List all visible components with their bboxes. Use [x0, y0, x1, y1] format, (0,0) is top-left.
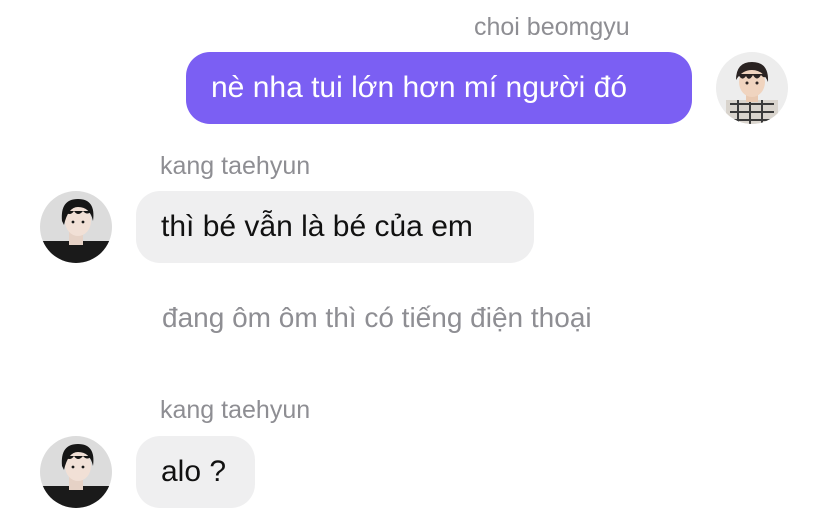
sender-name: choi beomgyu — [474, 13, 630, 41]
sender-name: kang taehyun — [160, 152, 311, 180]
taehyun-avatar-icon[interactable] — [40, 436, 112, 508]
message-bubble[interactable]: alo ? — [136, 436, 255, 508]
beomgyu-avatar-icon[interactable] — [716, 52, 788, 124]
narration-text: đang ôm ôm thì có tiếng điện thoại — [162, 302, 592, 333]
message-bubble[interactable]: nè nha tui lớn hơn mí người đó — [186, 52, 692, 124]
message-text: nè nha tui lớn hơn mí người đó — [211, 71, 628, 104]
sender-name: kang taehyun — [160, 396, 311, 424]
message-text: thì bé vẫn là bé của em — [161, 210, 473, 243]
message-text: alo ? — [161, 455, 227, 488]
taehyun-avatar-icon[interactable] — [40, 191, 112, 263]
message-bubble[interactable]: thì bé vẫn là bé của em — [136, 191, 534, 263]
